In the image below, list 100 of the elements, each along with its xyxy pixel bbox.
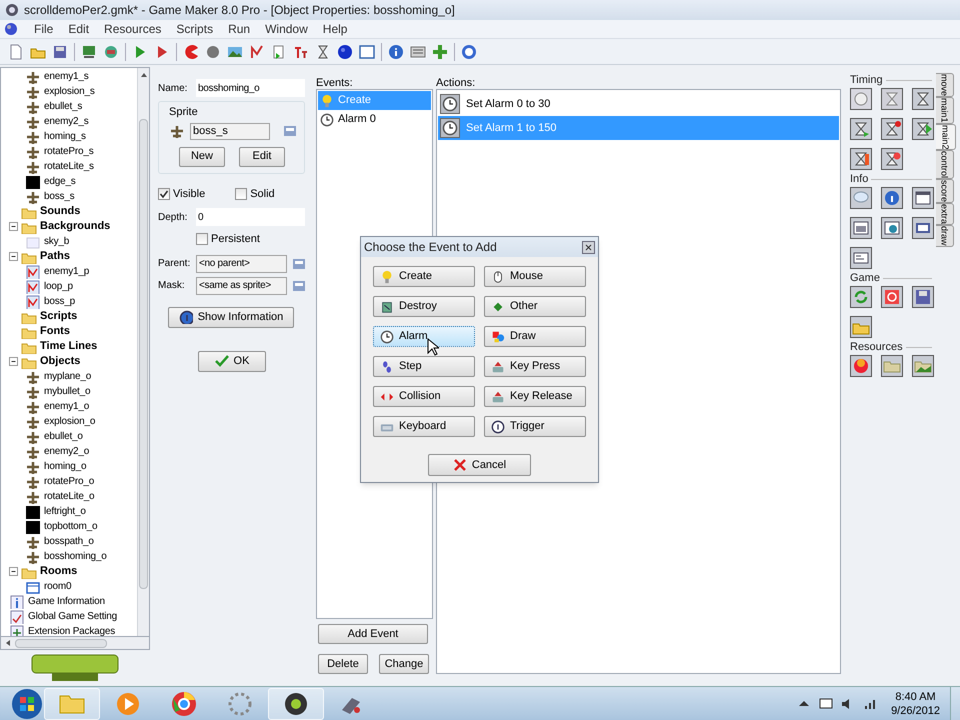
tree-item[interactable]: explosion_s [44,84,95,99]
collapse-box-icon[interactable] [9,357,18,366]
hourglass-icon[interactable] [881,118,903,140]
event-item[interactable]: Alarm 0 [318,110,431,129]
scrollbar-thumb[interactable] [139,119,148,589]
edit-button[interactable]: Edit [239,146,285,166]
tree-item[interactable]: enemy1_o [44,399,90,414]
speech-bubble-icon[interactable] [850,187,872,209]
show-information-button[interactable]: Show Information [168,306,294,328]
tree-item[interactable]: loop_p [44,279,73,294]
event-button[interactable]: Collision [373,386,475,407]
new-file-icon[interactable] [8,44,24,60]
folder-item[interactable]: Scripts [40,308,78,325]
tree-item[interactable]: rotatePro_o [44,474,94,489]
menu-item[interactable]: Edit [61,20,96,38]
card-icon[interactable] [850,247,872,269]
hourglass-icon[interactable] [912,88,934,110]
tree-item[interactable]: bosspath_o [44,534,94,549]
tree-item[interactable]: Game Information [28,594,105,609]
hourglass-icon[interactable] [881,148,903,170]
tab[interactable]: extra [936,203,954,226]
tree-item[interactable]: explosion_o [44,414,96,429]
collapse-box-icon[interactable] [9,567,18,576]
tab[interactable]: main2 [936,124,956,150]
power-icon[interactable] [881,286,903,308]
event-button[interactable]: Alarm [373,326,475,347]
tree-item[interactable]: enemy2_o [44,444,90,459]
tree-item[interactable]: bosshoming_o [44,549,107,564]
tree-item[interactable]: homing_o [44,459,86,474]
delete-button[interactable]: Delete [318,654,368,674]
restart-icon[interactable] [850,286,872,308]
folder-item[interactable]: Rooms [40,563,78,580]
event-button[interactable]: Keyboard [373,416,475,437]
start-button-icon[interactable] [10,686,44,720]
tree-item[interactable]: myplane_o [44,369,92,384]
tree-item[interactable]: rotateLite_s [44,159,94,174]
tree-item[interactable]: ebullet_s [44,99,82,114]
checkbox[interactable] [158,188,170,200]
event-button[interactable]: Key Press [484,356,586,377]
tree-item[interactable]: ebullet_o [44,429,83,444]
menu-item[interactable]: Scripts [169,20,220,38]
event-button[interactable]: Draw [484,326,586,347]
collapse-box-icon[interactable] [9,222,18,231]
tree-item[interactable]: Global Game Setting [28,609,118,624]
hourglass-icon[interactable] [315,44,331,60]
tree-item[interactable]: topbottom_o [44,519,98,534]
input-field[interactable]: 0 [196,208,305,226]
scroll-left-icon[interactable] [5,639,11,648]
tree-item[interactable]: enemy2_s [44,114,89,129]
action-item[interactable]: Set Alarm 0 to 30 [438,92,839,116]
tree-item[interactable]: rotatePro_s [44,144,94,159]
window-icon[interactable] [359,44,375,60]
window-icon[interactable] [912,187,934,209]
save-icon[interactable] [912,286,934,308]
tree-item[interactable]: enemy1_s [44,69,89,84]
folder-icon[interactable] [881,355,903,377]
tree-item[interactable]: homing_s [44,129,86,144]
event-button[interactable]: Trigger [484,416,586,437]
menu-item[interactable]: Run [221,20,258,38]
tree-item[interactable]: room0 [44,579,72,594]
folder-item[interactable]: Objects [40,353,80,370]
tab[interactable]: move [936,73,954,98]
tree-item[interactable]: boss_p [44,294,76,309]
save-icon[interactable] [52,44,68,60]
close-icon[interactable] [582,240,595,254]
hourglass-icon[interactable] [850,118,872,140]
event-button[interactable]: Step [373,356,475,377]
add-event-button[interactable]: Add Event [318,624,428,644]
hourglass-icon[interactable] [850,148,872,170]
change-button[interactable]: Change [379,654,429,674]
event-button[interactable]: Other [484,296,586,317]
browse-icon[interactable] [283,124,297,138]
settings-icon[interactable] [410,44,426,60]
tree-item[interactable]: sky_b [44,234,70,249]
globe-icon[interactable] [103,44,119,60]
clock-icon[interactable] [850,88,872,110]
menu-item[interactable]: Window [258,20,315,38]
checkbox[interactable] [196,233,208,246]
video-icon[interactable] [912,217,934,239]
tree-item[interactable]: rotateLite_o [44,489,94,504]
menu-item[interactable]: File [27,20,60,38]
checkbox[interactable] [235,188,248,200]
event-button[interactable]: Create [373,266,475,287]
hourglass-icon[interactable] [881,88,903,110]
info-icon[interactable] [388,44,404,60]
sphere-icon[interactable] [337,44,353,60]
ok-button[interactable]: OK [198,350,266,372]
browse-icon[interactable] [293,278,305,292]
folder-item[interactable]: Backgrounds [40,218,110,235]
folder-item[interactable]: Fonts [40,323,70,340]
path-icon[interactable] [249,44,265,60]
info-icon[interactable] [881,187,903,209]
tree-item[interactable]: mybullet_o [44,384,90,399]
monitor-icon[interactable] [81,44,97,60]
plus-icon[interactable] [432,44,448,60]
folder-item[interactable]: Sounds [40,203,80,220]
menu-item[interactable]: Resources [97,20,168,38]
menu-item[interactable]: Help [316,20,354,38]
tree-item[interactable]: leftright_o [44,504,86,519]
event-button[interactable]: Key Release [484,386,586,407]
